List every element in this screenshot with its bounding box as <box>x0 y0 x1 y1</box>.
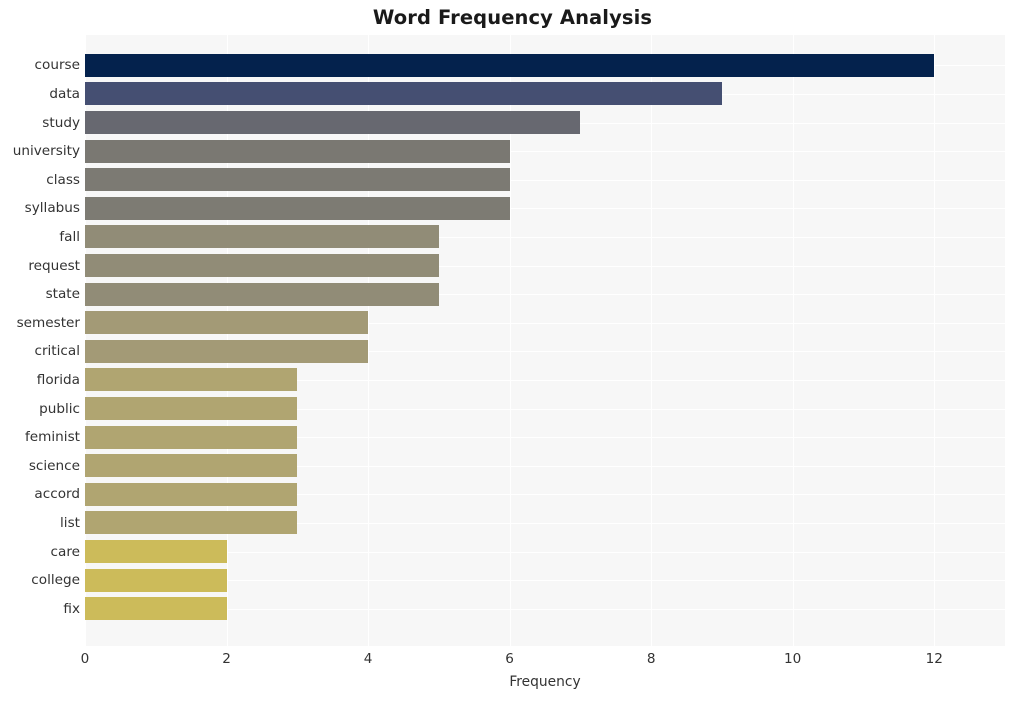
y-axis-tick-label: study <box>42 114 80 131</box>
y-axis-tick-label: college <box>31 572 80 589</box>
y-axis-tick-label: feminist <box>25 429 80 446</box>
bar <box>85 111 581 135</box>
gridline-vertical <box>792 35 794 646</box>
y-axis-tick-label: class <box>46 171 80 188</box>
bar <box>85 82 722 106</box>
x-axis-tick-label: 8 <box>646 651 656 667</box>
bar <box>85 254 439 278</box>
bar <box>85 540 227 564</box>
y-axis-tick-label: fall <box>59 228 80 245</box>
y-axis-tick-label: course <box>34 57 80 74</box>
bar <box>85 397 298 421</box>
x-axis-tick-label: 4 <box>363 651 373 667</box>
y-axis-tick-label: university <box>12 143 80 160</box>
x-axis-tick-label: 10 <box>784 651 802 667</box>
x-axis-tick-label: 6 <box>505 651 514 667</box>
y-axis-tick-label: list <box>60 514 80 531</box>
bar <box>85 482 298 506</box>
bar <box>85 196 510 220</box>
y-axis-tick-label: florida <box>36 371 80 388</box>
chart-title: Word Frequency Analysis <box>372 6 653 29</box>
bar <box>85 568 227 592</box>
bar <box>85 597 227 621</box>
bar <box>85 454 298 478</box>
bar <box>85 225 439 249</box>
y-axis-tick-label: public <box>39 400 80 417</box>
x-axis-tick-label: 2 <box>222 651 231 667</box>
y-axis-tick-label: semester <box>16 314 80 331</box>
x-axis-tick-label: 0 <box>80 651 90 667</box>
word-frequency-chart: Word Frequency Analysis course data study u… <box>0 0 1025 701</box>
bar <box>85 311 369 335</box>
y-axis-tick-label: request <box>28 257 80 274</box>
x-axis-title: Frequency <box>509 674 581 690</box>
bar <box>85 425 298 449</box>
gridline-vertical <box>651 35 653 646</box>
x-axis-tick-labels: 0 2 4 6 8 10 12 <box>0 650 1025 672</box>
y-axis-tick-label: state <box>45 286 80 303</box>
bar <box>85 139 510 163</box>
x-axis-tick-label: 12 <box>925 651 943 667</box>
y-axis-tick-label: data <box>49 85 80 102</box>
plot-area <box>85 35 1005 646</box>
gridline-vertical <box>934 35 936 646</box>
bar <box>85 53 935 77</box>
y-axis-tick-label: science <box>28 457 80 474</box>
y-axis-tick-label: critical <box>34 343 80 360</box>
bar <box>85 339 369 363</box>
bar <box>85 282 439 306</box>
bar <box>85 511 298 535</box>
bar <box>85 168 510 192</box>
y-axis-tick-label: fix <box>63 600 80 617</box>
y-axis-tick-label: care <box>50 543 80 560</box>
y-axis-tick-label: accord <box>34 486 80 503</box>
bar <box>85 368 298 392</box>
y-axis-tick-labels: course data study university class syllabus fa… <box>0 35 80 646</box>
y-axis-tick-label: syllabus <box>24 200 80 217</box>
